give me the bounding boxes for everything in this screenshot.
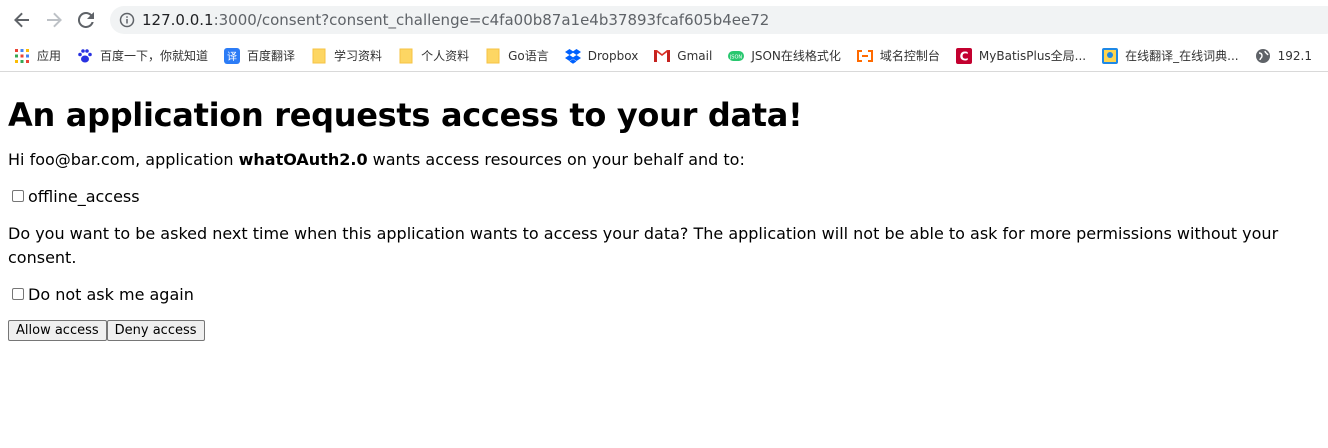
bookmark-online-dictionary[interactable]: 在线翻译_在线词典... bbox=[1102, 45, 1239, 67]
remember-row: Do not ask me again bbox=[8, 282, 1320, 306]
bookmark-label: 百度翻译 bbox=[247, 49, 296, 63]
bookmark-label: MyBatisPlus全局... bbox=[978, 49, 1087, 63]
bookmark-label: Go语言 bbox=[508, 49, 549, 63]
json-icon: JSON bbox=[728, 48, 745, 64]
remember-checkbox[interactable] bbox=[12, 288, 24, 300]
bookmark-folder-go[interactable]: Go语言 bbox=[485, 45, 549, 67]
apps-grid-icon bbox=[14, 48, 30, 64]
remember-question: Do you want to be asked next time when t… bbox=[8, 224, 1279, 267]
svg-text:JSON: JSON bbox=[729, 54, 743, 60]
bookmark-label: 192.1 bbox=[1277, 48, 1312, 63]
consent-intro: Hi foo@bar.com, application whatOAuth2.0… bbox=[8, 148, 1320, 172]
bookmark-baidu[interactable]: 百度一下，你就知道 bbox=[77, 45, 208, 67]
scope-row: offline_access bbox=[8, 184, 1320, 208]
red-c-icon: C bbox=[955, 47, 972, 64]
folder-icon bbox=[398, 48, 414, 64]
bookmark-dropbox[interactable]: Dropbox bbox=[564, 45, 639, 67]
bookmark-folder-study[interactable]: 学习资料 bbox=[311, 45, 382, 67]
folder-icon bbox=[311, 48, 327, 64]
reload-button[interactable] bbox=[74, 8, 98, 32]
address-bar[interactable]: 127.0.0.1:3000/consent?consent_challenge… bbox=[110, 6, 1328, 34]
allow-access-button[interactable]: Allow access bbox=[8, 320, 107, 341]
intro-prefix: Hi foo@bar.com, application bbox=[8, 150, 239, 169]
info-icon[interactable] bbox=[119, 12, 135, 28]
application-name: whatOAuth2.0 bbox=[238, 150, 368, 169]
translate-icon: 译 bbox=[224, 47, 241, 64]
consent-page: An application requests access to your d… bbox=[0, 96, 1328, 341]
bookmark-label: 学习资料 bbox=[334, 49, 383, 63]
dropbox-icon bbox=[564, 48, 581, 64]
svg-text:C: C bbox=[960, 49, 969, 63]
scope-label: offline_access bbox=[28, 186, 140, 206]
bookmark-mybatisplus[interactable]: C MyBatisPlus全局... bbox=[955, 45, 1087, 67]
dictionary-icon bbox=[1102, 47, 1119, 64]
bookmark-json[interactable]: JSON JSON在线格式化 bbox=[728, 45, 841, 67]
bookmark-label: 域名控制台 bbox=[879, 49, 940, 63]
bookmark-gmail[interactable]: Gmail bbox=[654, 45, 712, 67]
bookmarks-bar: 应用 百度一下，你就知道 译 百度翻译 学习资料 个人资料 Go语言 Dropb… bbox=[0, 40, 1328, 72]
bookmark-label: 百度一下，你就知道 bbox=[100, 49, 209, 63]
browser-toolbar: 127.0.0.1:3000/consent?consent_challenge… bbox=[0, 0, 1328, 40]
bookmark-label: Gmail bbox=[677, 48, 713, 63]
baidu-paw-icon bbox=[77, 48, 93, 64]
page-title: An application requests access to your d… bbox=[8, 96, 803, 134]
forward-arrow-icon bbox=[47, 12, 62, 28]
bookmark-local-ip[interactable]: 192.1 bbox=[1255, 45, 1312, 67]
remember-label: Do not ask me again bbox=[28, 284, 194, 304]
reload-icon bbox=[78, 12, 94, 28]
bookmark-label: 个人资料 bbox=[421, 49, 470, 63]
intro-suffix: wants access resources on your behalf an… bbox=[367, 150, 745, 169]
back-arrow-icon bbox=[14, 12, 29, 28]
bookmark-label: 在线翻译_在线词典... bbox=[1125, 49, 1239, 63]
globe-icon bbox=[1255, 48, 1271, 64]
action-buttons: Allow access Deny access bbox=[8, 320, 1320, 341]
scope-checkbox-offline-access[interactable] bbox=[12, 190, 24, 202]
bookmark-baidu-translate[interactable]: 译 百度翻译 bbox=[224, 45, 295, 67]
forward-button[interactable] bbox=[42, 8, 66, 32]
bookmark-folder-personal[interactable]: 个人资料 bbox=[398, 45, 469, 67]
bookmark-apps[interactable]: 应用 bbox=[14, 45, 61, 67]
folder-icon bbox=[485, 48, 501, 64]
svg-text:译: 译 bbox=[227, 51, 237, 63]
deny-access-button[interactable]: Deny access bbox=[106, 320, 205, 341]
bookmark-label: JSON在线格式化 bbox=[751, 49, 841, 63]
cloud-console-icon bbox=[856, 48, 873, 64]
back-button[interactable] bbox=[10, 8, 34, 32]
url-path: :3000/consent?consent_challenge=c4fa00b8… bbox=[213, 11, 770, 29]
url-host: 127.0.0.1 bbox=[142, 11, 214, 29]
gmail-icon bbox=[654, 48, 671, 64]
bookmark-label: 应用 bbox=[37, 49, 62, 63]
bookmark-label: Dropbox bbox=[587, 48, 639, 63]
bookmark-domain-console[interactable]: 域名控制台 bbox=[856, 45, 940, 67]
